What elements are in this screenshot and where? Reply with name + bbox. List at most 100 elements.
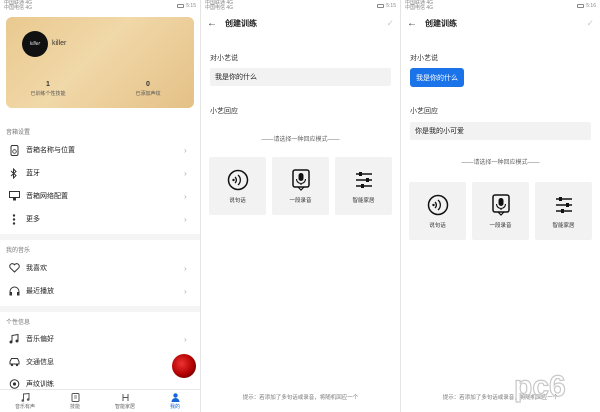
chevron-right-icon: › xyxy=(184,145,187,155)
chevron-right-icon: › xyxy=(184,168,187,178)
more-vertical-icon xyxy=(8,213,20,225)
watermark-text: pc6 xyxy=(514,370,566,403)
menu-label: 音箱网络配置 xyxy=(26,193,68,200)
network-icon xyxy=(8,190,20,202)
bluetooth-icon xyxy=(8,167,20,179)
mode-say-sentence[interactable]: 说句话 xyxy=(409,182,466,240)
car-icon xyxy=(8,356,20,368)
profile-screen: 中国联通 4G 中国电信 4G 5:15 killer killer 1 已训练个… xyxy=(0,0,200,412)
floating-assistant-button[interactable] xyxy=(172,354,196,378)
clock: 5:15 xyxy=(186,2,196,9)
phrase-input[interactable]: 我是你的什么 xyxy=(210,68,391,86)
chevron-right-icon: › xyxy=(184,334,187,344)
top-bar: ← 创建训练 ✓ xyxy=(201,13,400,33)
mode-label: 说句话 xyxy=(229,198,246,204)
menu-label: 更多 xyxy=(26,216,40,223)
section-separator xyxy=(0,234,200,240)
music-note-icon xyxy=(8,333,20,345)
chevron-right-icon: › xyxy=(184,214,187,224)
tab-smart-home[interactable]: 智能家居 xyxy=(100,390,150,412)
chevron-right-icon: › xyxy=(184,191,187,201)
section-my-music: 我的音乐 xyxy=(6,248,31,254)
chevron-right-icon: › xyxy=(184,286,187,296)
mode-hint: ——请选择一种回应模式—— xyxy=(461,160,540,166)
section-separator xyxy=(0,306,200,312)
profile-card[interactable]: killer killer 1 已训练个性技能 0 已添加声纹 xyxy=(6,17,194,108)
xiaoyi-reply-label: 小艺回应 xyxy=(410,108,438,115)
menu-label: 交通信息 xyxy=(26,359,54,366)
reply-input[interactable]: 你是我的小可爱 xyxy=(410,122,591,140)
menu-bluetooth[interactable]: 蓝牙 › xyxy=(0,162,200,184)
microphone-icon xyxy=(291,168,311,192)
stat-num: 1 xyxy=(46,81,50,88)
carrier-text-2: 中国电信 4G xyxy=(4,4,33,11)
mode-hint: ——请选择一种回应模式—— xyxy=(261,137,340,143)
mode-recording[interactable]: 一段录音 xyxy=(472,182,529,240)
phrase-chip[interactable]: 我是你的什么 xyxy=(410,68,464,87)
music-tab-icon xyxy=(21,392,30,402)
tab-mine[interactable]: 我的 xyxy=(150,390,200,412)
menu-network-config[interactable]: 音箱网络配置 › xyxy=(0,185,200,207)
clock: 5:15 xyxy=(386,2,396,9)
mode-say-sentence[interactable]: 说句话 xyxy=(209,157,266,215)
mode-recording[interactable]: 一段录音 xyxy=(272,157,329,215)
battery-icon xyxy=(577,3,585,8)
section-speaker-settings: 音箱设置 xyxy=(6,130,31,136)
status-bar: 中国联通 4G 中国电信 4G 5:15 xyxy=(201,0,400,11)
tab-label: 我的 xyxy=(169,404,180,410)
mode-label: 一段录音 xyxy=(489,223,512,229)
mode-label: 智能家居 xyxy=(352,198,375,204)
bottom-tab-bar: 音乐有声 技能 智能家居 我的 xyxy=(0,389,200,412)
create-training-filled-screen: 中国联通 4G 中国电信 4G 5:16 ← 创建训练 ✓ 对小艺说 我是你的什么… xyxy=(401,0,600,412)
user-tab-icon xyxy=(171,392,180,402)
sliders-icon xyxy=(354,168,374,192)
pc6-watermark-logo: pc6 xyxy=(513,369,566,403)
chevron-right-icon: › xyxy=(184,263,187,273)
username: killer xyxy=(52,40,67,47)
menu-favorites[interactable]: 我喜欢 › xyxy=(0,257,200,279)
stat-label: 已训练个性技能 xyxy=(30,91,66,97)
back-arrow-icon[interactable]: ← xyxy=(207,18,221,29)
mode-label: 说句话 xyxy=(429,223,446,229)
create-training-screen: 中国联通 4G 中国电信 4G 5:15 ← 创建训练 ✓ 对小艺说 我是你的什么… xyxy=(201,0,400,412)
status-bar: 中国联通 4G 中国电信 4G 5:16 xyxy=(401,0,600,11)
stat-voiceprints[interactable]: 0 已添加声纹 xyxy=(118,81,178,97)
menu-music-preference[interactable]: 音乐偏好 › xyxy=(0,328,200,350)
confirm-check-icon[interactable]: ✓ xyxy=(386,18,394,29)
battery-icon xyxy=(177,3,185,8)
stat-label: 已添加声纹 xyxy=(135,91,161,97)
menu-recent-plays[interactable]: 最近播放 › xyxy=(0,280,200,302)
mode-label: 一段录音 xyxy=(289,198,312,204)
say-to-xiaoyi-label: 对小艺说 xyxy=(210,55,238,62)
microphone-icon xyxy=(491,193,511,217)
back-arrow-icon[interactable]: ← xyxy=(407,18,421,29)
avatar[interactable]: killer xyxy=(22,31,48,57)
menu-more[interactable]: 更多 › xyxy=(0,208,200,230)
menu-label: 最近播放 xyxy=(26,288,54,295)
stat-trained-skills[interactable]: 1 已训练个性技能 xyxy=(18,81,78,97)
top-bar: ← 创建训练 ✓ xyxy=(401,13,600,33)
speech-wave-icon xyxy=(427,193,449,217)
tab-skills[interactable]: 技能 xyxy=(50,390,100,412)
menu-speaker-name-location[interactable]: 音箱名称与位置 › xyxy=(0,139,200,161)
page-title: 创建训练 xyxy=(225,18,257,28)
confirm-check-icon[interactable]: ✓ xyxy=(586,18,594,29)
stat-num: 0 xyxy=(146,81,150,88)
footer-tip: 提示：若添加了多句话或录音，将随机回应一个 xyxy=(242,395,359,401)
tab-label: 音乐有声 xyxy=(14,404,35,410)
reply-modes: 说句话 一段录音 智能家居 xyxy=(409,182,592,240)
menu-label: 音箱名称与位置 xyxy=(26,147,75,154)
say-to-xiaoyi-label: 对小艺说 xyxy=(410,55,438,62)
speaker-icon xyxy=(8,144,20,156)
menu-traffic-info[interactable]: 交通信息 › xyxy=(0,351,200,373)
reply-modes: 说句话 一段录音 智能家居 xyxy=(209,157,392,215)
mode-label: 智能家居 xyxy=(552,223,575,229)
tab-label: 技能 xyxy=(69,404,80,410)
avatar-logo-text: killer xyxy=(29,41,41,47)
tab-label: 智能家居 xyxy=(114,404,135,410)
speech-wave-icon xyxy=(227,168,249,192)
menu-label: 蓝牙 xyxy=(26,170,40,177)
mode-smart-home[interactable]: 智能家居 xyxy=(535,182,592,240)
mode-smart-home[interactable]: 智能家居 xyxy=(335,157,392,215)
tab-music[interactable]: 音乐有声 xyxy=(0,390,50,412)
